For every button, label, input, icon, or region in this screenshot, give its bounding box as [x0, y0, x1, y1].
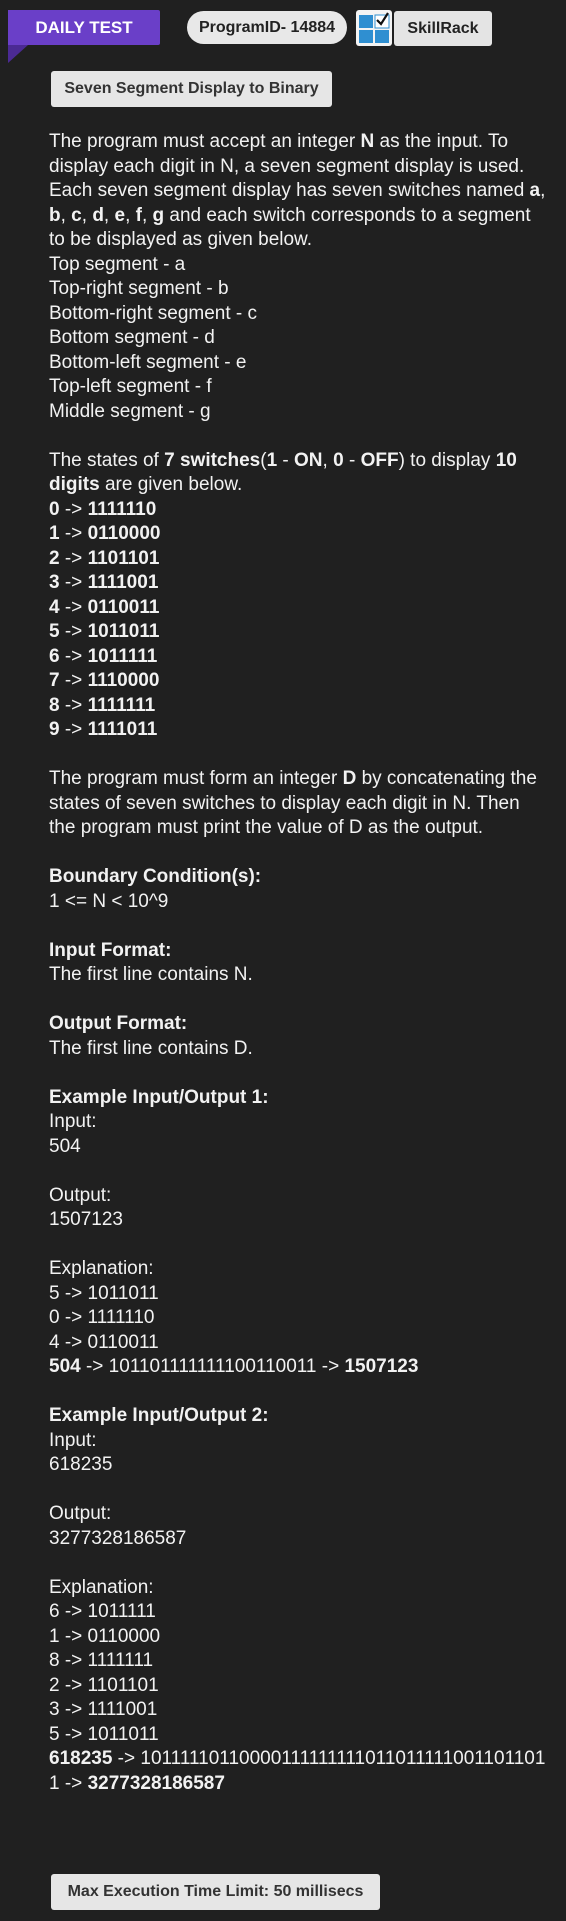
output-format-heading: Output Format:	[49, 1013, 188, 1034]
daily-test-ribbon: DAILY TEST	[8, 10, 160, 45]
boundary-heading: Boundary Condition(s):	[49, 866, 262, 887]
time-limit-button[interactable]: Max Execution Time Limit: 50 millisecs	[51, 1874, 380, 1910]
digit-state-line: 7 -> 1110000	[49, 670, 160, 691]
example1-explanation-label: Explanation:	[49, 1258, 154, 1279]
example1-final-line: 504 -> 101101111111100110011 -> 1507123	[49, 1356, 419, 1377]
example2-final-line: 618235 -> 101111101100001111111110110111…	[49, 1748, 546, 1794]
example2-explanation-line: 3 -> 1111001	[49, 1699, 158, 1720]
example2-output-label: Output:	[49, 1503, 112, 1524]
problem-title-button[interactable]: Seven Segment Display to Binary	[51, 71, 332, 107]
form-paragraph: The program must form an integer D by co…	[49, 768, 537, 838]
problem-description: The program must accept an integer N as …	[49, 130, 551, 1796]
example2-input: 618235	[49, 1454, 113, 1475]
digit-state-line: 6 -> 1011111	[49, 645, 158, 667]
digit-state-line: 3 -> 1111001	[49, 572, 159, 593]
input-format-heading: Input Format:	[49, 939, 172, 961]
segment-line: Bottom-left segment - e	[49, 351, 247, 373]
states-intro: The states of 7 switches(1 - ON, 0 - OFF…	[49, 449, 517, 496]
problem-title: Seven Segment Display to Binary	[64, 80, 319, 97]
example2-explanation-line: 6 -> 1011111	[49, 1601, 156, 1622]
digit-state-line: 2 -> 1101101	[49, 547, 160, 569]
ribbon-fold	[8, 45, 28, 63]
input-format-text: The first line contains N.	[49, 964, 253, 985]
digit-state-line: 9 -> 1111011	[49, 719, 158, 740]
segment-line: Bottom segment - d	[49, 327, 215, 348]
boundary-text: 1 <= N < 10^9	[49, 890, 169, 912]
segment-line: Top-right segment - b	[49, 278, 229, 299]
daily-test-label: DAILY TEST	[35, 17, 133, 37]
segment-line: Middle segment - g	[49, 400, 211, 422]
example1-input: 504	[49, 1135, 81, 1157]
top-bar: DAILY TEST ProgramID- 14884 SkillRack	[0, 10, 566, 63]
skillrack-button[interactable]: SkillRack	[394, 11, 492, 46]
example1-explanation-line: 4 -> 0110011	[49, 1331, 159, 1353]
digit-state-line: 1 -> 0110000	[49, 523, 161, 544]
program-id-label: ProgramID- 14884	[198, 18, 336, 36]
output-format-text: The first line contains D.	[49, 1037, 253, 1059]
digit-state-line: 0 -> 1111110	[49, 498, 157, 520]
example1-input-label: Input:	[49, 1111, 97, 1132]
example2-output: 3277328186587	[49, 1527, 187, 1549]
example2-heading: Example Input/Output 2:	[49, 1405, 269, 1426]
example1-explanation-line: 0 -> 1111110	[49, 1307, 155, 1328]
digit-state-line: 4 -> 0110011	[49, 596, 160, 618]
example2-explanation-line: 5 -> 1011011	[49, 1723, 159, 1745]
example1-explanation-line: 5 -> 1011011	[49, 1282, 159, 1304]
program-id-badge: ProgramID- 14884	[187, 11, 347, 44]
example2-explanation-label: Explanation:	[49, 1576, 154, 1598]
example1-output-label: Output:	[49, 1184, 112, 1206]
segment-line: Bottom-right segment - c	[49, 302, 258, 324]
example1-heading: Example Input/Output 1:	[49, 1086, 269, 1108]
example2-explanation-line: 2 -> 1101101	[49, 1674, 159, 1696]
example2-input-label: Input:	[49, 1429, 97, 1451]
segment-line: Top segment - a	[49, 253, 186, 275]
example2-explanation-line: 1 -> 0110000	[49, 1625, 161, 1647]
example2-explanation-line: 8 -> 1111111	[49, 1650, 154, 1671]
time-limit-label: Max Execution Time Limit: 50 millisecs	[67, 1883, 364, 1900]
skillrack-label: SkillRack	[407, 19, 479, 37]
segment-line: Top-left segment - f	[49, 376, 212, 397]
digit-state-line: 5 -> 1011011	[49, 621, 160, 642]
skillrack-logo-icon	[356, 10, 392, 46]
digit-state-line: 8 -> 1111111	[49, 694, 156, 716]
example1-output: 1507123	[49, 1209, 123, 1230]
intro-paragraph: The program must accept an integer N as …	[49, 131, 546, 250]
